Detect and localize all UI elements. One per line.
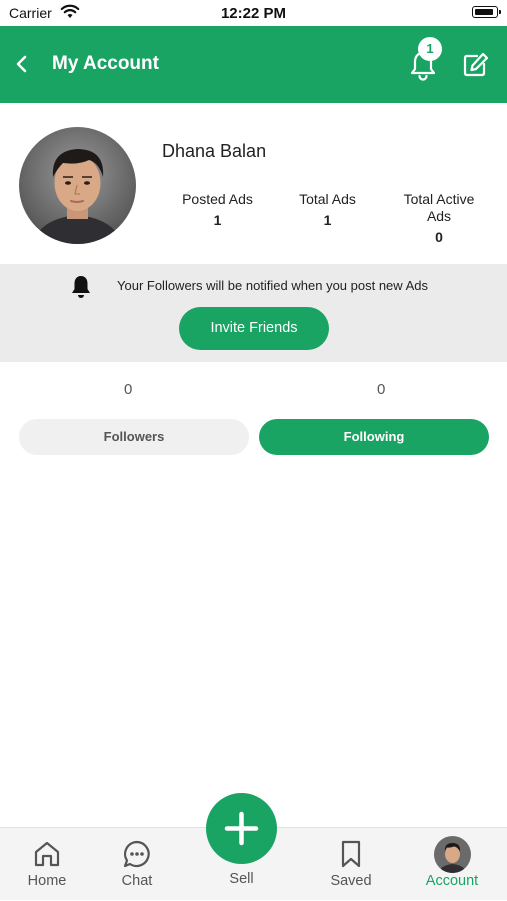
followers-count: 0 <box>124 381 133 398</box>
nav-chat[interactable]: Chat <box>97 828 177 901</box>
profile-avatar <box>19 127 136 244</box>
chat-icon <box>123 840 150 868</box>
sell-button[interactable] <box>206 793 277 864</box>
nav-home-label: Home <box>27 873 67 889</box>
stat-label: Total Active Ads <box>403 191 475 224</box>
battery-icon <box>472 6 501 18</box>
stat-total-active-ads: Total Active Ads 0 <box>394 191 484 245</box>
page-title: My Account <box>52 53 159 74</box>
bookmark-icon <box>341 840 361 868</box>
tab-followers[interactable]: Followers <box>19 419 249 455</box>
home-icon <box>34 841 60 867</box>
stat-label: Total Ads <box>299 191 356 207</box>
status-time: 12:22 PM <box>220 5 287 22</box>
nav-account-label: Account <box>425 873 479 889</box>
invite-friends-button[interactable]: Invite Friends <box>179 307 329 350</box>
nav-chat-label: Chat <box>121 873 153 889</box>
nav-saved-label: Saved <box>330 873 372 889</box>
plus-icon <box>224 811 259 846</box>
tab-following[interactable]: Following <box>259 419 489 455</box>
stat-total-ads: Total Ads 1 <box>285 191 370 228</box>
app-header: My Account 1 <box>0 26 507 103</box>
stat-value: 0 <box>435 229 443 245</box>
account-avatar-icon[interactable] <box>434 836 471 873</box>
back-arrow-icon[interactable] <box>10 52 34 76</box>
user-name: Dhana Balan <box>162 141 267 161</box>
stat-value: 1 <box>213 212 222 228</box>
stat-value: 1 <box>323 212 332 228</box>
status-bar: Carrier 12:22 PM <box>0 0 507 26</box>
follower-notice-band: Your Followers will be notified when you… <box>0 264 507 362</box>
bell-icon <box>72 276 90 298</box>
stat-label: Posted Ads <box>182 191 253 207</box>
edit-profile-icon[interactable] <box>460 50 490 80</box>
following-count: 0 <box>377 381 386 398</box>
nav-sell-label: Sell <box>229 871 254 887</box>
stat-posted-ads: Posted Ads 1 <box>170 191 265 228</box>
notification-count-badge: 1 <box>418 37 442 61</box>
nav-home[interactable]: Home <box>7 828 87 901</box>
nav-saved[interactable]: Saved <box>311 828 391 901</box>
follower-notice-text: Your Followers will be notified when you… <box>117 278 428 293</box>
